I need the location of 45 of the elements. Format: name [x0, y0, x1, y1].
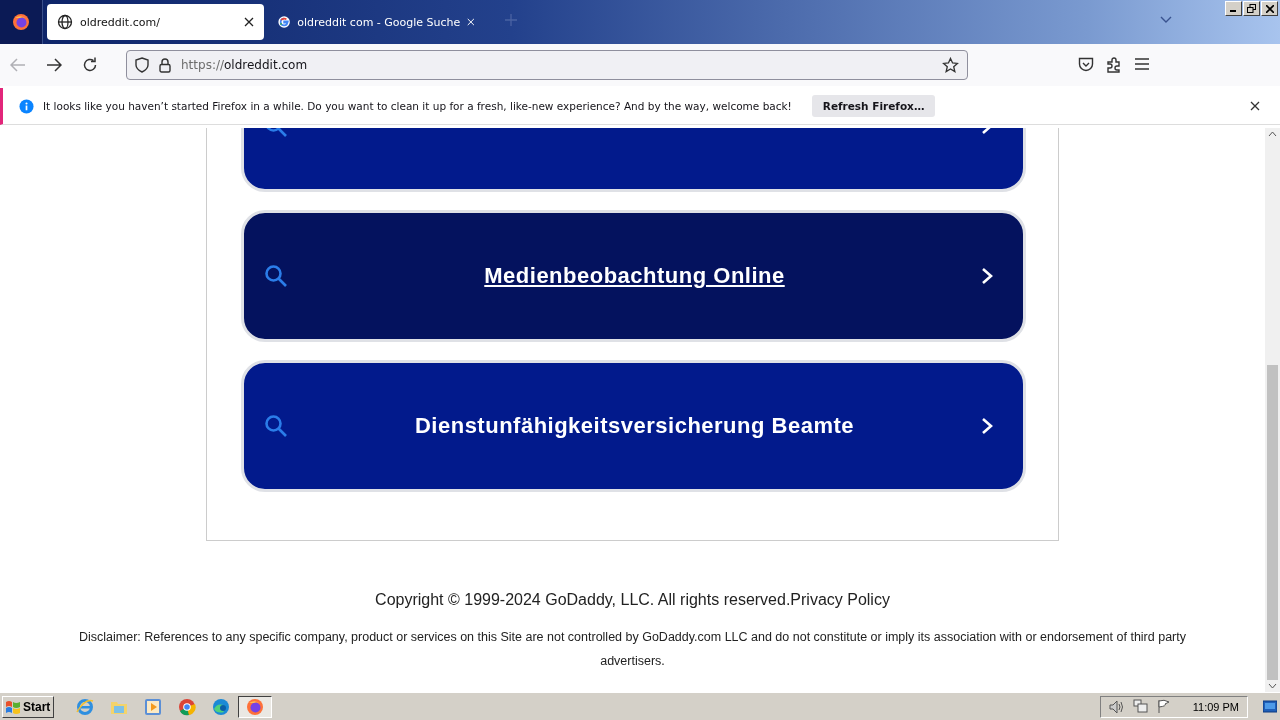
minimize-icon[interactable] — [1225, 1, 1242, 16]
scroll-up-icon[interactable] — [1268, 131, 1277, 137]
search-link[interactable]: Medienbeobachtung Online — [241, 210, 1026, 342]
reload-icon[interactable] — [82, 57, 98, 73]
restore-icon[interactable] — [1243, 1, 1260, 16]
scrollbar[interactable] — [1265, 128, 1280, 693]
lock-icon[interactable] — [159, 57, 171, 73]
browser-tab[interactable]: oldreddit com - Google Suche — [268, 4, 485, 40]
google-icon — [278, 14, 291, 30]
disclaimer-text: Disclaimer: References to any specific company, product or services on this Site are not controlled by GoDaddy.com LLC and do not constitute or imply its association with or endorsement of third party advertisers. — [78, 629, 1187, 670]
browser-tab[interactable]: oldreddit.com/ — [47, 4, 264, 40]
close-icon[interactable] — [244, 17, 254, 27]
tab-list-icon[interactable] — [1160, 16, 1172, 24]
copyright-text: Copyright © 1999-2024 GoDaddy, LLC. All rights reserved.Privacy Policy — [375, 591, 890, 609]
extensions-icon[interactable] — [1106, 57, 1122, 73]
chevron-right-icon — [981, 267, 993, 285]
search-link[interactable]: Dienstunfähigkeitsversicherung Beamte — [241, 360, 1026, 492]
show-desktop-icon[interactable] — [1263, 699, 1277, 714]
menu-icon[interactable] — [1134, 57, 1150, 71]
edge-icon[interactable] — [212, 697, 230, 716]
bookmark-star-icon[interactable] — [942, 56, 959, 74]
network-icon[interactable] — [1132, 699, 1149, 715]
flag-icon[interactable] — [1156, 699, 1171, 715]
firefox-icon[interactable] — [246, 697, 264, 716]
chrome-icon[interactable] — [178, 697, 196, 716]
search-icon — [264, 414, 288, 438]
pocket-icon[interactable] — [1078, 57, 1094, 72]
chevron-right-icon — [981, 417, 993, 435]
search-icon — [264, 264, 288, 288]
volume-icon[interactable] — [1108, 699, 1125, 714]
start-button[interactable]: Start — [2, 695, 54, 718]
clock: 11:09 PM — [1192, 700, 1239, 713]
url-text[interactable]: https://oldreddit.com — [181, 58, 308, 72]
firefox-logo-icon[interactable] — [12, 13, 30, 31]
forward-icon[interactable] — [46, 58, 62, 72]
scroll-down-icon[interactable] — [1268, 683, 1277, 690]
refresh-button[interactable]: Refresh Firefox… — [811, 95, 936, 117]
globe-icon — [57, 14, 73, 30]
close-icon[interactable] — [1250, 101, 1260, 111]
info-icon — [19, 98, 34, 114]
privacy-policy-link[interactable]: Privacy Policy — [790, 591, 890, 608]
windows-logo-icon — [5, 699, 21, 714]
notification-message: It looks like you haven’t started Firefox in a while. Do you want to clean it up for a fresh, like-new experience? And by the way, welcome back! — [43, 100, 792, 112]
shield-icon[interactable] — [135, 57, 149, 73]
media-player-icon[interactable] — [144, 697, 162, 716]
